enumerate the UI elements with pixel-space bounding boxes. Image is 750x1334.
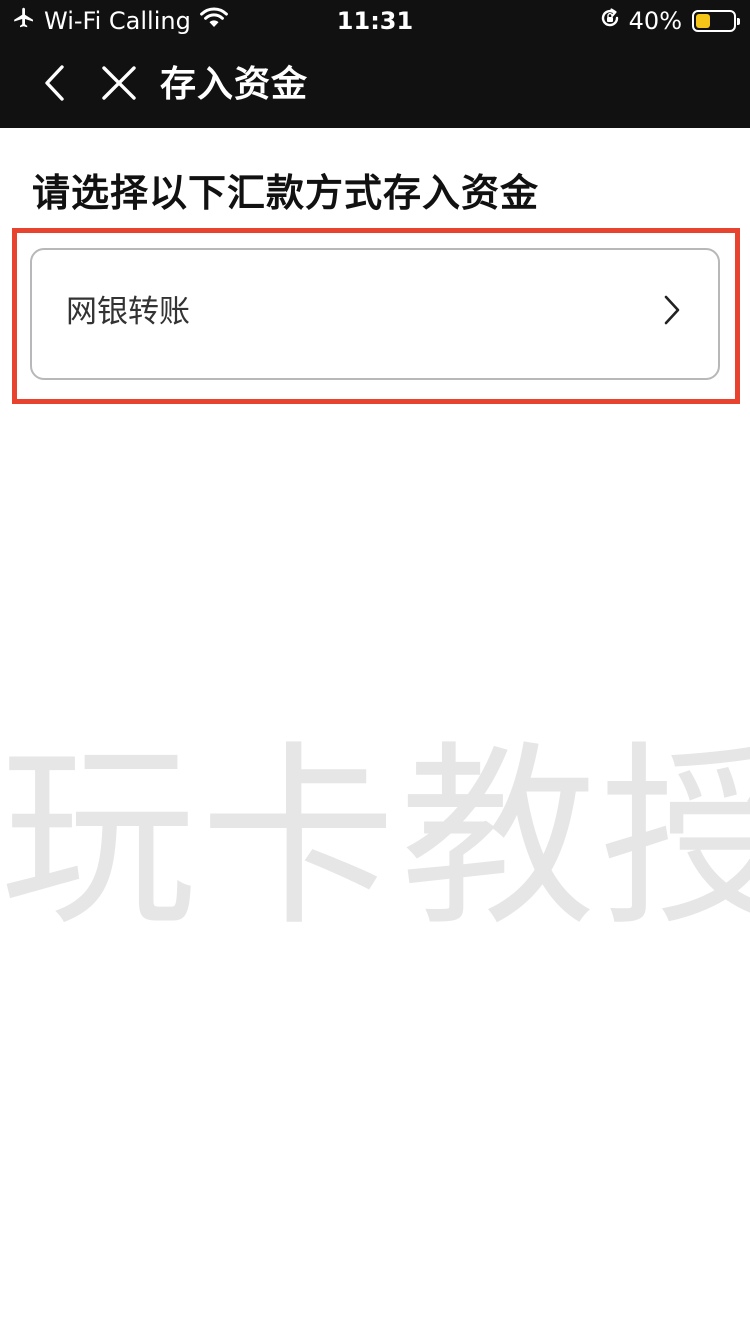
status-right: 40% [599, 4, 740, 38]
chevron-right-icon [662, 294, 682, 326]
battery-icon [692, 10, 740, 32]
rotation-lock-icon [599, 7, 621, 35]
battery-fill [696, 14, 710, 28]
battery-percent: 40% [628, 7, 682, 35]
chevron-left-icon [42, 64, 68, 106]
carrier-label: Wi-Fi Calling [44, 7, 191, 35]
wifi-icon [199, 7, 229, 35]
nav-bar: 存入资金 [0, 42, 750, 128]
option-online-banking-transfer[interactable]: 网银转账 [30, 248, 720, 380]
page-title: 存入资金 [160, 64, 309, 105]
section-heading: 请选择以下汇款方式存入资金 [32, 171, 540, 215]
watermark: 玩卡教授 [0, 725, 750, 953]
status-left: Wi-Fi Calling [12, 4, 229, 38]
close-icon [101, 65, 137, 105]
airplane-icon [12, 6, 36, 36]
deposit-page: Wi-Fi Calling 11:31 40% 存入资金 请选择以下汇款方式存入… [0, 0, 750, 1334]
option-label: 网银转账 [66, 294, 190, 330]
back-button[interactable] [30, 60, 80, 110]
close-button[interactable] [94, 60, 144, 110]
status-bar: Wi-Fi Calling 11:31 40% [0, 0, 750, 42]
